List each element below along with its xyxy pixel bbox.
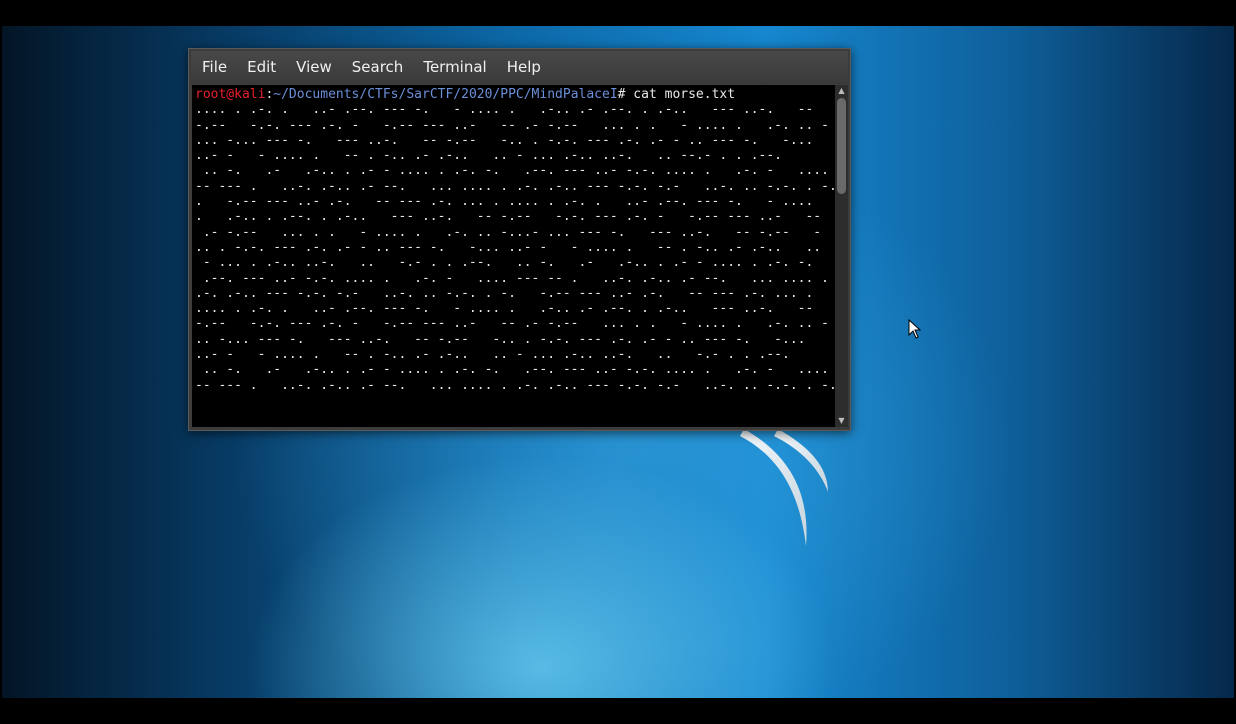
terminal-scrollbar[interactable]: ▲ ▼ [835,85,848,427]
scrollbar-thumb[interactable] [837,98,846,194]
terminal-window[interactable]: File Edit View Search Terminal Help root… [188,48,851,431]
output-line: .. -... --- -. --- ..-. -- -.-- -.. . -.… [195,331,806,347]
output-line: .- -.-- ... . . - .... . .-. .. -...- ..… [195,224,822,240]
output-line: .. -. .- .-.. . .- - .... . .-. -. .--. … [195,362,835,378]
prompt-path: ~/Documents/CTFs/SarCTF/2020/PPC/MindPal… [273,87,618,102]
menu-file[interactable]: File [191,51,236,84]
output-line: .. -. .- .-.. . .- - .... . .-. -. .--. … [195,163,835,179]
menu-edit[interactable]: Edit [236,51,285,84]
menu-view[interactable]: View [285,51,341,84]
output-line: -.-- -.-. --- .-. - -.-- --- ..- -- .- -… [195,316,829,332]
scroll-up-arrow-icon[interactable]: ▲ [836,86,847,96]
output-line: ..- - - .... . -- . -.. .- .-.. .. - ...… [195,148,782,164]
scroll-down-arrow-icon[interactable]: ▼ [836,416,847,426]
output-line: ... -... --- -. --- ..-. -- -.-- -.. . -… [195,132,814,148]
output-line: .. . -.-. --- .-. .- - .. --- -. -... ..… [195,239,822,255]
menu-terminal[interactable]: Terminal [412,51,495,84]
output-line: -- --- . ..-. .-.. .- --. ... .... . .-.… [195,377,835,393]
output-line: ..- - - .... . -- . -.. .- .-.. .. - ...… [195,347,790,363]
output-line: -- --- . ..-. .-.. .- --. ... .... . .-.… [195,178,835,194]
prompt-command: cat morse.txt [625,87,736,102]
terminal-output: .... . .-. . ..- .--. --- -. - .... . .-… [195,102,835,393]
prompt-line: root@kali:~/Documents/CTFs/SarCTF/2020/P… [195,87,835,102]
output-line: . .-.. . .--. . .-.. --- ..-. -- -.-- -.… [195,209,822,225]
menu-help[interactable]: Help [496,51,550,84]
output-line: .... . .-. . ..- .--. --- -. - .... . .-… [195,102,814,118]
output-line: . -.-- --- ..- .-. -- --- .-. ... . ....… [195,194,814,210]
output-line: - ... . .-.. ..-. .. -.- . . .--. .. -. … [195,255,814,271]
terminal-menubar: File Edit View Search Terminal Help [191,51,848,84]
output-line: .--. --- ..- -.-. .... . .-. - .... --- … [195,270,829,286]
output-line: .-. .-.. --- -.-. -.- ..-. .. -.-. . -. … [195,285,814,301]
mouse-pointer-icon [908,319,922,339]
output-line: -.-- -.-. --- .-. - -.-- --- ..- -- .- -… [195,117,829,133]
output-line: .... . .-. . ..- .--. --- -. - .... . .-… [195,301,814,317]
menu-search[interactable]: Search [341,51,413,84]
terminal-screen[interactable]: root@kali:~/Documents/CTFs/SarCTF/2020/P… [192,85,835,427]
prompt-user-host: root@kali [195,87,266,102]
